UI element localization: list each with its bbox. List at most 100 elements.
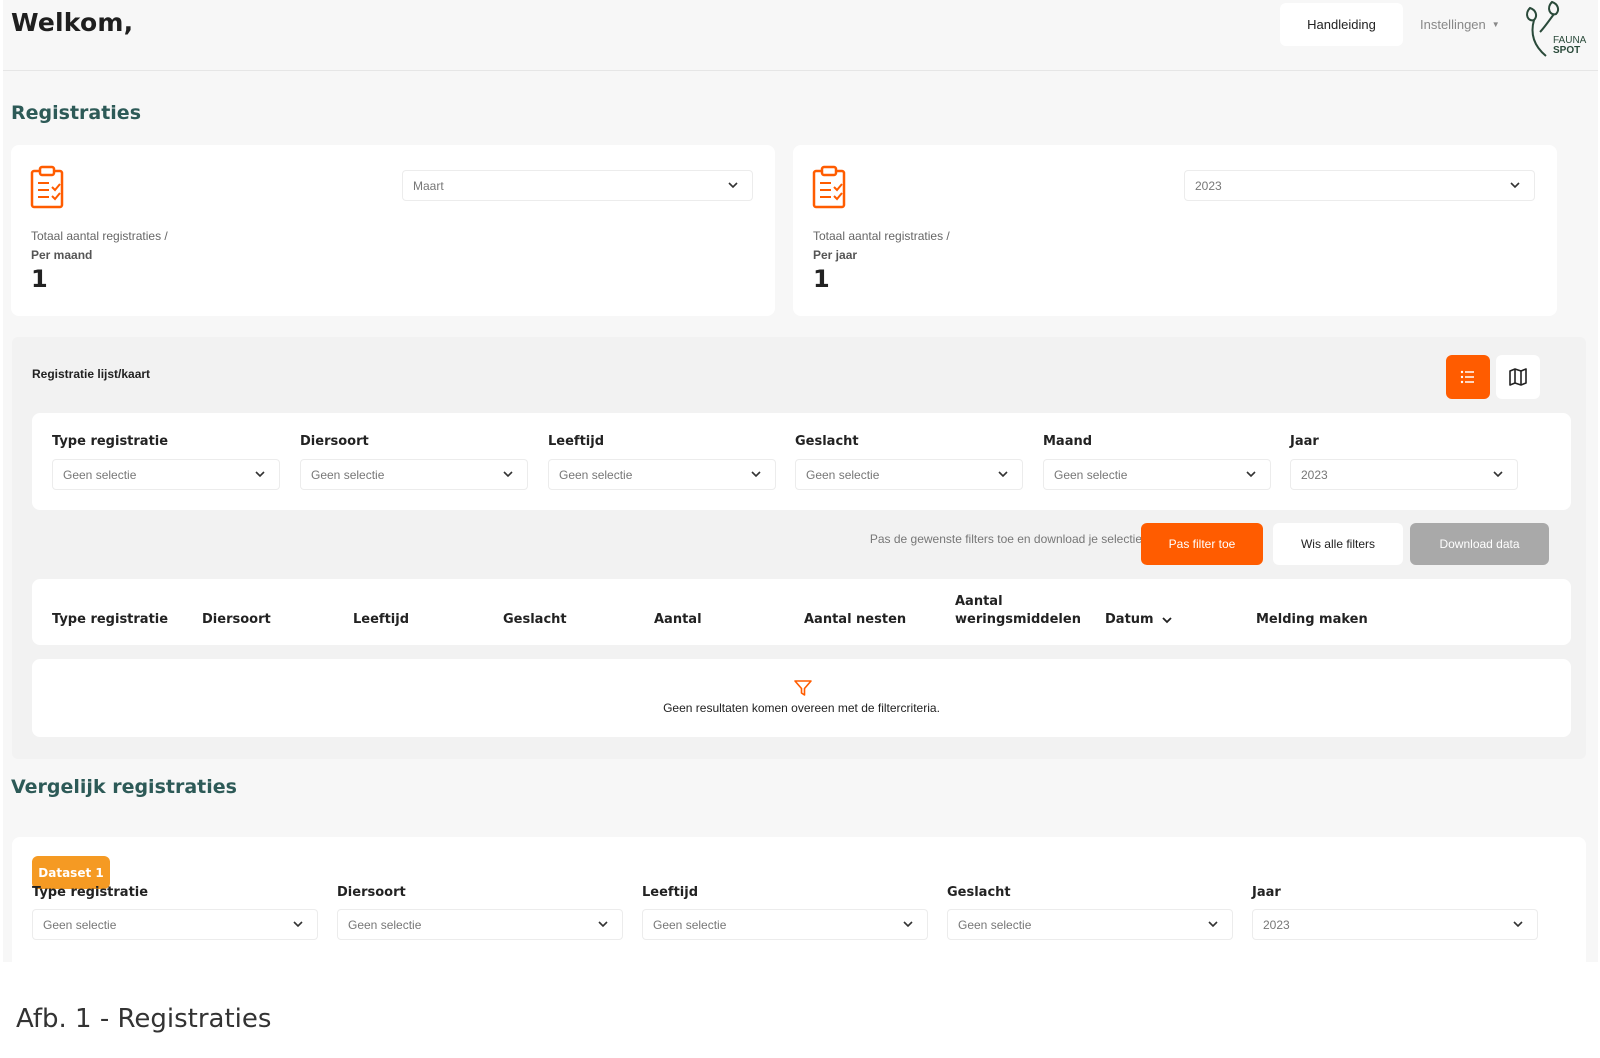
- sort-chevron-icon: [1161, 617, 1172, 624]
- chevron-down-icon: [903, 921, 913, 928]
- map-view-button[interactable]: [1496, 355, 1540, 399]
- clear-filters-button[interactable]: Wis alle filters: [1273, 523, 1403, 565]
- manual-button[interactable]: Handleiding: [1280, 3, 1403, 46]
- filter-label-age: Leeftijd: [548, 434, 605, 449]
- compare-year-value: 2023: [1263, 917, 1290, 932]
- compare-age-select[interactable]: Geen selectie: [642, 909, 928, 940]
- registration-list-panel: Registratie lijst/kaart Type registratie…: [12, 337, 1586, 759]
- filter-icon: [794, 680, 812, 696]
- clipboard-icon: [812, 165, 846, 209]
- column-type[interactable]: Type registratie: [52, 611, 168, 629]
- table-header: Type registratie Diersoort Leeftijd Gesl…: [32, 579, 1571, 645]
- compare-sex-select[interactable]: Geen selectie: [947, 909, 1233, 940]
- column-date[interactable]: Datum: [1105, 611, 1174, 629]
- compare-label-sex: Geslacht: [947, 885, 1011, 900]
- year-stat-card: 2023 Totaal aantal registraties / Per ja…: [793, 145, 1557, 316]
- app-window: Welkom, Handleiding Instellingen ▼ FAUNA…: [3, 0, 1598, 962]
- year-select[interactable]: 2023: [1184, 170, 1535, 201]
- chevron-down-icon: [1493, 471, 1503, 478]
- column-deterrents-line2: weringsmiddelen: [955, 612, 1081, 627]
- caret-down-icon: ▼: [1491, 20, 1500, 29]
- apply-filter-button[interactable]: Pas filter toe: [1141, 523, 1263, 565]
- filter-hint-text: Pas de gewenste filters toe en download …: [869, 532, 1142, 546]
- chevron-down-icon: [503, 471, 513, 478]
- column-date-label: Datum: [1105, 612, 1154, 627]
- filter-species-select[interactable]: Geen selectie: [300, 459, 528, 490]
- filter-age-value: Geen selectie: [559, 467, 633, 482]
- download-data-button[interactable]: Download data: [1410, 523, 1549, 565]
- column-deterrents[interactable]: Aantal weringsmiddelen: [955, 593, 1081, 629]
- logo-text: FAUNA SPOT: [1553, 36, 1586, 56]
- filter-species-value: Geen selectie: [311, 467, 385, 482]
- filter-year-select[interactable]: 2023: [1290, 459, 1518, 490]
- welcome-heading: Welkom,: [11, 8, 134, 37]
- filter-month-select[interactable]: Geen selectie: [1043, 459, 1271, 490]
- top-header: Welkom, Handleiding Instellingen ▼ FAUNA…: [3, 0, 1598, 71]
- settings-menu[interactable]: Instellingen ▼: [1420, 3, 1500, 46]
- compare-card: Dataset 1 Type registratie Geen selectie…: [12, 837, 1586, 962]
- filter-type-select[interactable]: Geen selectie: [52, 459, 280, 490]
- compare-label-age: Leeftijd: [642, 885, 699, 900]
- month-select[interactable]: Maart: [402, 170, 753, 201]
- compare-label-year: Jaar: [1252, 885, 1281, 900]
- compare-age-value: Geen selectie: [653, 917, 727, 932]
- panel-title: Registratie lijst/kaart: [32, 367, 151, 381]
- filter-box: Type registratie Geen selectie Diersoort…: [32, 413, 1571, 510]
- filter-sex-select[interactable]: Geen selectie: [795, 459, 1023, 490]
- chevron-down-icon: [728, 182, 738, 189]
- year-stat-label: Totaal aantal registraties /: [813, 229, 950, 243]
- compare-label-type: Type registratie: [32, 885, 149, 900]
- year-select-value: 2023: [1195, 178, 1222, 193]
- compare-species-value: Geen selectie: [348, 917, 422, 932]
- column-count[interactable]: Aantal: [654, 611, 702, 629]
- chevron-down-icon: [293, 921, 303, 928]
- compare-species-select[interactable]: Geen selectie: [337, 909, 623, 940]
- settings-label: Instellingen: [1420, 17, 1486, 32]
- compare-year-select[interactable]: 2023: [1252, 909, 1538, 940]
- registraties-title: Registraties: [11, 102, 142, 124]
- column-age[interactable]: Leeftijd: [353, 611, 409, 629]
- chevron-down-icon: [751, 471, 761, 478]
- month-stat-sub: Per maand: [31, 248, 93, 262]
- chevron-down-icon: [1513, 921, 1523, 928]
- list-icon: [1460, 370, 1474, 384]
- filter-sex-value: Geen selectie: [806, 467, 880, 482]
- column-nests[interactable]: Aantal nesten: [804, 611, 906, 629]
- compare-sex-value: Geen selectie: [958, 917, 1032, 932]
- chevron-down-icon: [1510, 182, 1520, 189]
- year-stat-value: 1: [813, 265, 830, 293]
- map-icon: [1509, 368, 1527, 386]
- empty-results: Geen resultaten komen overeen met de fil…: [32, 659, 1571, 737]
- filter-label-species: Diersoort: [300, 434, 369, 449]
- column-species[interactable]: Diersoort: [202, 611, 271, 629]
- chevron-down-icon: [1246, 471, 1256, 478]
- month-select-value: Maart: [413, 178, 444, 193]
- filter-year-value: 2023: [1301, 467, 1328, 482]
- logo-text-spot: SPOT: [1553, 45, 1581, 56]
- compare-type-select[interactable]: Geen selectie: [32, 909, 318, 940]
- clipboard-icon: [30, 165, 64, 209]
- empty-results-text: Geen resultaten komen overeen met de fil…: [663, 701, 940, 715]
- column-deterrents-line1: Aantal: [955, 594, 1003, 609]
- list-view-button[interactable]: [1446, 355, 1490, 399]
- figure-caption: Afb. 1 - Registraties: [16, 1004, 272, 1034]
- chevron-down-icon: [255, 471, 265, 478]
- chevron-down-icon: [598, 921, 608, 928]
- month-stat-value: 1: [31, 265, 48, 293]
- filter-label-type: Type registratie: [52, 434, 169, 449]
- filter-type-value: Geen selectie: [63, 467, 137, 482]
- filter-age-select[interactable]: Geen selectie: [548, 459, 776, 490]
- compare-type-value: Geen selectie: [43, 917, 117, 932]
- chevron-down-icon: [1208, 921, 1218, 928]
- filter-label-month: Maand: [1043, 434, 1093, 449]
- chevron-down-icon: [998, 471, 1008, 478]
- filter-month-value: Geen selectie: [1054, 467, 1128, 482]
- compare-label-species: Diersoort: [337, 885, 406, 900]
- month-stat-card: Maart Totaal aantal registraties / Per m…: [11, 145, 775, 316]
- filter-label-year: Jaar: [1290, 434, 1319, 449]
- year-stat-sub: Per jaar: [813, 248, 858, 262]
- column-report[interactable]: Melding maken: [1256, 611, 1368, 629]
- compare-title: Vergelijk registraties: [11, 776, 237, 798]
- column-sex[interactable]: Geslacht: [503, 611, 567, 629]
- filter-label-sex: Geslacht: [795, 434, 859, 449]
